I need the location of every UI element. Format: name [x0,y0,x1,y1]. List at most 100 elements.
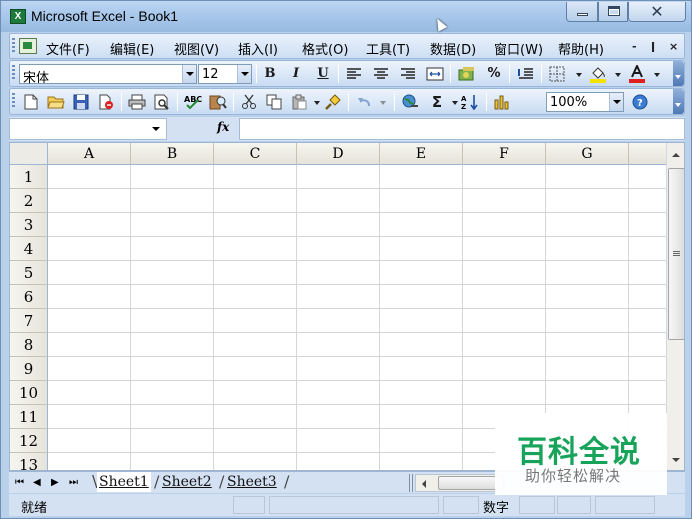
align-left-button[interactable] [344,64,364,84]
underline-button[interactable]: U [313,64,333,84]
autosum-dropdown-icon[interactable] [452,101,458,105]
font-color-button[interactable] [627,63,647,84]
column-header-partial[interactable] [629,143,669,165]
copy-button[interactable] [264,92,284,112]
open-button[interactable] [46,92,66,112]
scroll-thumb[interactable] [668,168,684,340]
horizontal-scrollbar[interactable] [415,474,505,492]
column-header[interactable]: B [131,143,214,165]
print-button[interactable] [127,92,147,112]
spelling-button[interactable]: ABC [183,92,203,112]
maximize-button[interactable] [598,2,628,22]
chevron-down-icon[interactable] [609,93,623,111]
toolbar-grip[interactable] [12,93,15,109]
toolbar-grip[interactable] [12,38,15,54]
vertical-scrollbar[interactable] [666,143,684,470]
percent-style-button[interactable]: % [484,64,504,84]
menu-help[interactable]: 帮助(H) [558,39,604,58]
borders-dropdown-icon[interactable] [576,73,582,77]
font-size-select[interactable]: 12 [198,64,252,84]
bold-button[interactable]: B [260,64,280,84]
row-header[interactable]: 3 [10,213,48,237]
row-header[interactable]: 5 [10,261,48,285]
tab-sheet2[interactable]: Sheet2 [162,472,212,492]
chevron-down-icon[interactable] [146,119,166,139]
row-header[interactable]: 8 [10,333,48,357]
font-color-dropdown-icon[interactable] [654,73,660,77]
currency-button[interactable] [457,64,477,84]
column-header[interactable]: F [463,143,546,165]
italic-button[interactable]: I [286,64,306,84]
help-button[interactable]: ? [630,92,650,112]
column-header[interactable]: D [297,143,380,165]
tab-sheet1[interactable]: Sheet1 [97,472,151,492]
row-header[interactable]: 12 [10,429,48,453]
tab-sheet3[interactable]: Sheet3 [227,472,277,492]
insert-function-button[interactable]: fx [217,120,229,134]
toolbar-grip[interactable] [12,65,15,81]
chart-wizard-button[interactable] [492,92,512,112]
research-button[interactable] [208,92,228,112]
permission-button[interactable] [96,92,116,112]
minimize-button[interactable] [566,2,598,22]
scroll-down-icon[interactable] [668,451,684,468]
merge-center-button[interactable] [425,64,445,84]
first-sheet-icon[interactable]: ⏮ [15,477,24,488]
undo-button[interactable] [354,92,374,112]
toolbar-options-button[interactable] [673,61,684,86]
tab-split-handle[interactable] [409,474,413,492]
fill-color-button[interactable] [588,64,608,84]
column-header[interactable]: C [214,143,297,165]
row-header[interactable]: 13 [10,453,48,470]
new-button[interactable] [21,92,41,112]
title-bar[interactable]: X Microsoft Excel - Book1 ✕ [1,1,691,32]
menu-data[interactable]: 数据(D) [430,39,476,58]
undo-dropdown-icon[interactable] [380,101,386,105]
menu-insert[interactable]: 插入(I) [238,39,278,58]
next-sheet-icon[interactable]: ▶ [51,477,59,488]
row-header[interactable]: 1 [10,165,48,189]
borders-button[interactable] [547,64,567,84]
last-sheet-icon[interactable]: ⏭ [69,477,78,488]
hyperlink-button[interactable] [400,92,420,112]
fill-color-dropdown-icon[interactable] [615,73,621,77]
row-header[interactable]: 6 [10,285,48,309]
row-header[interactable]: 7 [10,309,48,333]
sort-ascending-button[interactable]: AZ [460,92,480,112]
align-right-button[interactable] [398,64,418,84]
row-header[interactable]: 11 [10,405,48,429]
toolbar-options-button[interactable] [673,89,684,114]
row-header[interactable]: 9 [10,357,48,381]
paste-dropdown-icon[interactable] [314,101,320,105]
save-button[interactable] [71,92,91,112]
row-header[interactable]: 2 [10,189,48,213]
previous-sheet-icon[interactable]: ◀ [33,477,41,488]
workbook-icon[interactable] [19,38,37,54]
decrease-indent-button[interactable] [516,64,536,84]
menu-window[interactable]: 窗口(W) [494,39,543,58]
print-preview-button[interactable] [152,92,172,112]
autosum-button[interactable]: Σ [427,92,447,112]
column-header[interactable]: E [380,143,463,165]
font-name-select[interactable]: 宋体 [19,64,197,86]
row-header[interactable]: 10 [10,381,48,405]
excel-app-icon[interactable]: X [10,9,26,24]
row-header[interactable]: 4 [10,237,48,261]
paste-button[interactable] [289,92,309,112]
chevron-down-icon[interactable] [182,65,196,83]
align-center-button[interactable] [371,64,391,84]
column-header[interactable]: G [546,143,629,165]
doc-restore-button[interactable]: ǀ [651,40,655,53]
close-button[interactable]: ✕ [628,2,686,22]
doc-close-button[interactable]: × [669,40,678,53]
select-all-button[interactable] [10,143,48,165]
menu-view[interactable]: 视图(V) [174,39,219,58]
format-painter-button[interactable] [323,92,343,112]
column-header[interactable]: A [48,143,131,165]
scroll-up-icon[interactable] [668,147,684,164]
chevron-down-icon[interactable] [237,65,251,83]
menu-edit[interactable]: 编辑(E) [110,39,154,58]
menu-tools[interactable]: 工具(T) [366,39,410,58]
cut-button[interactable] [239,92,259,112]
menu-format[interactable]: 格式(O) [302,39,348,58]
